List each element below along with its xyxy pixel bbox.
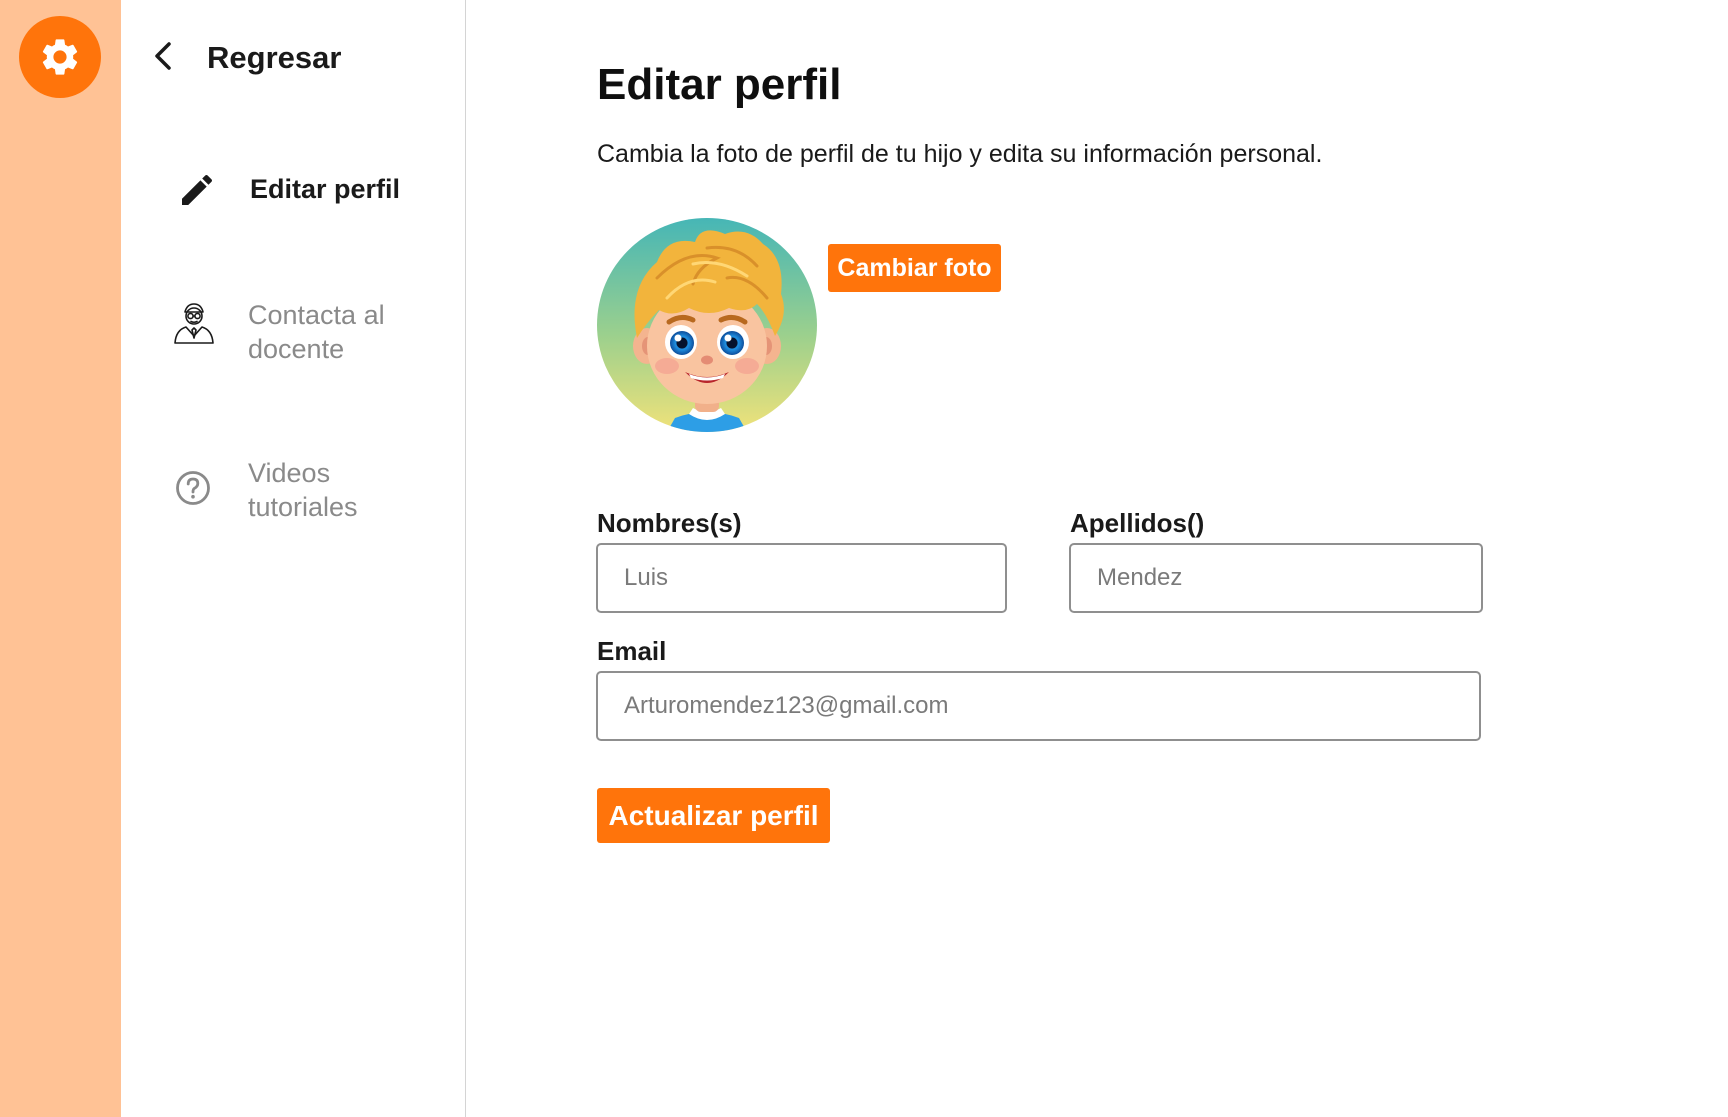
last-name-field[interactable] <box>1069 543 1483 613</box>
gear-icon <box>42 39 78 75</box>
change-photo-button[interactable]: Cambiar foto <box>828 244 1001 292</box>
sidebar-item-contact-teacher[interactable]: Contacta al docente <box>121 298 465 370</box>
last-name-label: Apellidos() <box>1070 508 1205 538</box>
sidebar-item-video-tutorials[interactable]: Videos tutoriales <box>121 456 465 528</box>
left-rail <box>0 0 121 1117</box>
sidebar-item-edit-profile[interactable]: Editar perfil <box>121 166 465 216</box>
main-content: Editar perfil Cambia la foto de perfil d… <box>466 0 1728 1117</box>
help-circle-icon <box>176 471 210 505</box>
settings-button[interactable] <box>19 16 101 98</box>
sidebar-item-label: Editar perfil <box>250 174 401 204</box>
first-name-label: Nombres(s) <box>597 508 742 538</box>
avatar <box>597 218 817 432</box>
page-title: Editar perfil <box>597 60 842 109</box>
sidebar-item-label-line1: Contacta al <box>248 300 385 330</box>
update-profile-button[interactable]: Actualizar perfil <box>597 788 830 843</box>
back-label[interactable]: Regresar <box>207 40 341 76</box>
email-label: Email <box>597 636 667 666</box>
page-subtitle: Cambia la foto de perfil de tu hijo y ed… <box>597 140 1323 168</box>
back-button[interactable] <box>149 36 179 76</box>
sidebar-item-label: Contacta al docente <box>248 298 385 366</box>
sidebar: Regresar Editar perfil Contacta al docen… <box>121 0 466 1117</box>
sidebar-item-label-line2: tutoriales <box>248 492 358 522</box>
avatar-illustration <box>597 218 817 432</box>
chevron-left-icon <box>155 42 171 70</box>
teacher-icon <box>174 303 214 344</box>
pencil-icon <box>182 174 213 205</box>
sidebar-item-label-line1: Videos <box>248 458 331 488</box>
first-name-field[interactable] <box>596 543 1007 613</box>
email-field[interactable] <box>596 671 1481 741</box>
sidebar-item-label-line2: docente <box>248 334 345 364</box>
sidebar-item-label: Videos tutoriales <box>248 456 358 524</box>
